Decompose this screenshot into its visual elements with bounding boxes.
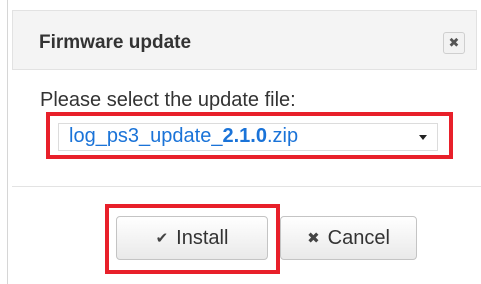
x-icon: ✖ <box>307 230 320 247</box>
close-button[interactable]: ✖ <box>443 32 465 54</box>
file-extension: .zip <box>266 125 299 147</box>
footer-divider <box>12 186 481 187</box>
checkmark-icon: ✔ <box>155 230 169 247</box>
install-button[interactable]: ✔ Install <box>116 216 268 260</box>
update-file-prompt: Please select the update file: <box>40 89 296 111</box>
firmware-update-dialog: Firmware update ✖ Please select the upda… <box>12 10 481 284</box>
selected-file-value: log_ps3_update_2.1.0.zip <box>69 125 298 148</box>
cancel-button-label: Cancel <box>327 226 390 249</box>
close-icon: ✖ <box>448 35 460 50</box>
dialog-title: Firmware update <box>39 32 192 53</box>
install-button-label: Install <box>176 226 229 249</box>
update-file-select[interactable]: log_ps3_update_2.1.0.zip <box>58 123 438 151</box>
chevron-down-icon <box>419 135 427 140</box>
file-name-prefix: log_ps3_update_ <box>69 125 223 147</box>
cancel-button[interactable]: ✖ Cancel <box>280 216 417 260</box>
page-edge-divider <box>7 0 8 284</box>
file-version: 2.1.0 <box>222 125 267 147</box>
dialog-header: Firmware update ✖ <box>12 10 477 70</box>
